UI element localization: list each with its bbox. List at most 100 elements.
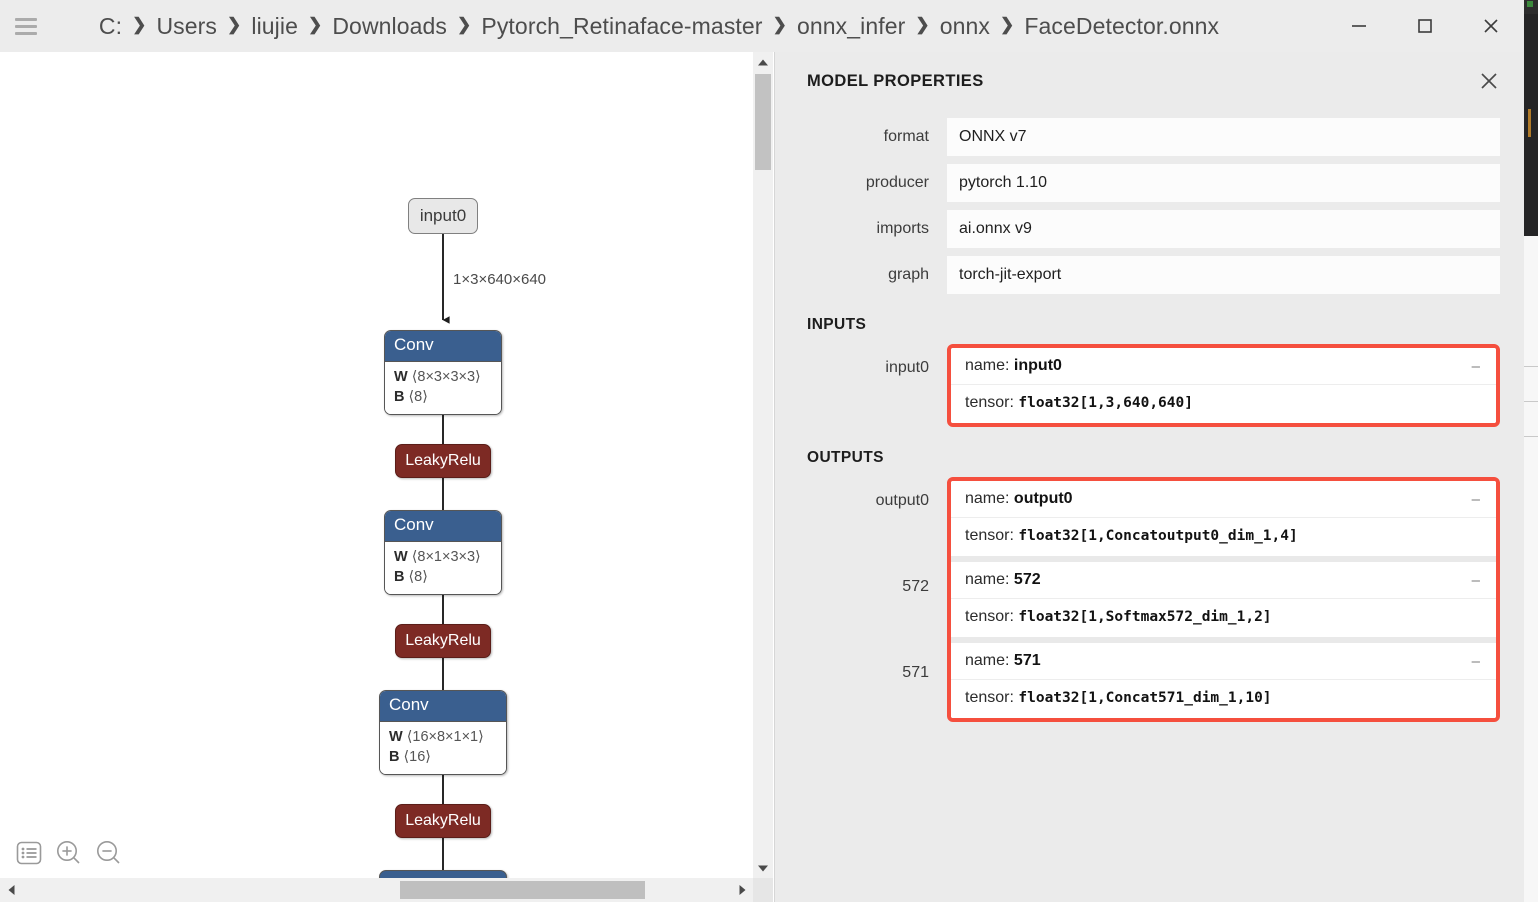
- chevron-right-icon: ❯: [457, 15, 472, 34]
- output-tensor-key: tensor:: [965, 608, 1014, 625]
- outputs-highlight-box: name: output0 – tensor: float32[1,Concat…: [947, 477, 1500, 722]
- property-value[interactable]: ai.onnx v9: [947, 210, 1500, 248]
- maximize-button[interactable]: [1392, 0, 1458, 52]
- output-label-output0: output0: [875, 492, 929, 509]
- breadcrumb-item-7[interactable]: FaceDetector.onnx: [1024, 13, 1219, 40]
- property-row-graph: graph torch-jit-export: [775, 256, 1500, 294]
- output-tensor-key: tensor:: [965, 527, 1014, 544]
- output-label-571: 571: [902, 664, 929, 681]
- graph-horizontal-scrollbar[interactable]: [0, 878, 753, 902]
- node-type-label: Conv: [385, 331, 501, 362]
- output-tensor-row: tensor: float32[1,Concatoutput0_dim_1,4]: [951, 518, 1496, 556]
- attr-key: B: [394, 389, 405, 405]
- graph-node-conv-1[interactable]: Conv W ⟨8×3×3×3⟩ B ⟨8⟩: [384, 330, 502, 415]
- graph-canvas[interactable]: input0 1×3×640×640 Conv W ⟨8×3×3×3⟩ B ⟨8…: [0, 52, 753, 878]
- graph-canvas-area[interactable]: input0 1×3×640×640 Conv W ⟨8×3×3×3⟩ B ⟨8…: [0, 52, 753, 902]
- model-properties-table: format ONNX v7 producer pytorch 1.10 imp…: [775, 118, 1524, 294]
- input-name-value: input0: [1013, 357, 1062, 374]
- node-label: LeakyRelu: [405, 632, 481, 649]
- collapse-icon[interactable]: –: [1472, 358, 1482, 375]
- minimize-button[interactable]: [1326, 0, 1392, 52]
- sidebar-header: MODEL PROPERTIES: [775, 52, 1524, 94]
- graph-node-leakyrelu-2[interactable]: LeakyRelu: [395, 624, 491, 658]
- graph-node-conv-4-partial[interactable]: [379, 870, 507, 878]
- breadcrumb-item-4[interactable]: Pytorch_Retinaface-master: [481, 13, 762, 40]
- output-name-value: 571: [1013, 652, 1041, 669]
- breadcrumb-item-5[interactable]: onnx_infer: [797, 13, 905, 40]
- breadcrumb-item-1[interactable]: Users: [156, 13, 217, 40]
- output-tensor-value: float32[1,Concatoutput0_dim_1,4]: [1018, 528, 1298, 544]
- output-item-output0[interactable]: name: output0 – tensor: float32[1,Concat…: [951, 481, 1496, 556]
- sidebar-title: MODEL PROPERTIES: [807, 71, 984, 90]
- scroll-down-icon[interactable]: [753, 858, 773, 878]
- zoom-out-icon[interactable]: [94, 838, 124, 868]
- node-type-label: Conv: [385, 511, 501, 542]
- graph-edges: [442, 233, 450, 878]
- output-item-571[interactable]: name: 571 – tensor: float32[1,Concat571_…: [951, 637, 1496, 718]
- output-name: name: 572: [965, 571, 1041, 589]
- breadcrumb-item-0[interactable]: C:: [99, 13, 122, 40]
- property-value[interactable]: torch-jit-export: [947, 256, 1500, 294]
- background-titlebar: [1524, 0, 1538, 14]
- output-item-572[interactable]: name: 572 – tensor: float32[1,Softmax572…: [951, 556, 1496, 637]
- background-editor-body: [1524, 14, 1538, 236]
- input-label-input0: input0: [885, 359, 929, 376]
- inputs-block: input0 name: input0 – tensor: float32[1,…: [775, 344, 1524, 427]
- property-row-imports: imports ai.onnx v9: [775, 210, 1500, 248]
- breadcrumb-item-2[interactable]: liujie: [251, 13, 298, 40]
- horizontal-scroll-thumb[interactable]: [400, 881, 645, 899]
- node-label: LeakyRelu: [405, 812, 481, 829]
- output-name-value: 572: [1013, 571, 1041, 588]
- input-name-key: name:: [965, 357, 1010, 374]
- node-attributes: W ⟨8×1×3×3⟩ B ⟨8⟩: [385, 542, 501, 594]
- output-name-row: name: 571 –: [951, 643, 1496, 680]
- properties-icon[interactable]: [14, 838, 44, 868]
- output-tensor-value: float32[1,Softmax572_dim_1,2]: [1018, 609, 1272, 625]
- graph-node-conv-3[interactable]: Conv W ⟨16×8×1×1⟩ B ⟨16⟩: [379, 690, 507, 775]
- chevron-right-icon: ❯: [1000, 15, 1015, 34]
- property-value[interactable]: pytorch 1.10: [947, 164, 1500, 202]
- property-label: imports: [876, 220, 929, 237]
- output-name-row: name: 572 –: [951, 562, 1496, 599]
- collapse-icon[interactable]: –: [1472, 572, 1482, 589]
- graph-node-leakyrelu-3[interactable]: LeakyRelu: [395, 804, 491, 838]
- breadcrumb-item-6[interactable]: onnx: [940, 13, 990, 40]
- input-tensor-value: float32[1,3,640,640]: [1018, 395, 1193, 411]
- input-tensor-key: tensor:: [965, 394, 1014, 411]
- vertical-scroll-thumb[interactable]: [755, 74, 771, 170]
- attr-value: ⟨8×3×3×3⟩: [411, 369, 481, 385]
- inputs-list: name: input0 – tensor: float32[1,3,640,6…: [947, 344, 1500, 427]
- scroll-up-icon[interactable]: [753, 52, 773, 72]
- input-name-row: name: input0 –: [951, 348, 1496, 385]
- zoom-in-icon[interactable]: [54, 838, 84, 868]
- graph-toolbar: [14, 838, 124, 868]
- edge-label-input-shape: 1×3×640×640: [453, 271, 547, 288]
- hamburger-icon[interactable]: [0, 0, 52, 52]
- collapse-icon[interactable]: –: [1472, 653, 1482, 670]
- input-item-input0[interactable]: name: input0 – tensor: float32[1,3,640,6…: [951, 348, 1496, 423]
- sidebar-close-icon[interactable]: [1476, 68, 1502, 94]
- graph-node-conv-2[interactable]: Conv W ⟨8×1×3×3⟩ B ⟨8⟩: [384, 510, 502, 595]
- breadcrumb-item-3[interactable]: Downloads: [332, 13, 447, 40]
- property-value[interactable]: ONNX v7: [947, 118, 1500, 156]
- collapse-icon[interactable]: –: [1472, 491, 1482, 508]
- output-name-key: name:: [965, 652, 1010, 669]
- graph-node-input0[interactable]: input0: [408, 198, 478, 234]
- scroll-right-icon[interactable]: [731, 878, 753, 902]
- breadcrumb: C: ❯ Users ❯ liujie ❯ Downloads ❯ Pytorc…: [52, 13, 1326, 40]
- input-name: name: input0: [965, 357, 1062, 375]
- graph-node-leakyrelu-1[interactable]: LeakyRelu: [395, 444, 491, 478]
- output-name: name: 571: [965, 652, 1041, 670]
- property-label: graph: [888, 266, 929, 283]
- graph-vertical-scrollbar[interactable]: [753, 52, 773, 878]
- attr-key: W: [394, 549, 408, 565]
- output-tensor-value: float32[1,Concat571_dim_1,10]: [1018, 690, 1272, 706]
- attr-key: B: [394, 569, 405, 585]
- close-button[interactable]: [1458, 0, 1524, 52]
- chevron-right-icon: ❯: [132, 15, 147, 34]
- node-label: LeakyRelu: [405, 452, 481, 469]
- scroll-left-icon[interactable]: [0, 878, 22, 902]
- netron-window: C: ❯ Users ❯ liujie ❯ Downloads ❯ Pytorc…: [0, 0, 1524, 902]
- chevron-right-icon: ❯: [227, 15, 242, 34]
- attr-value: ⟨16×8×1×1⟩: [406, 729, 484, 745]
